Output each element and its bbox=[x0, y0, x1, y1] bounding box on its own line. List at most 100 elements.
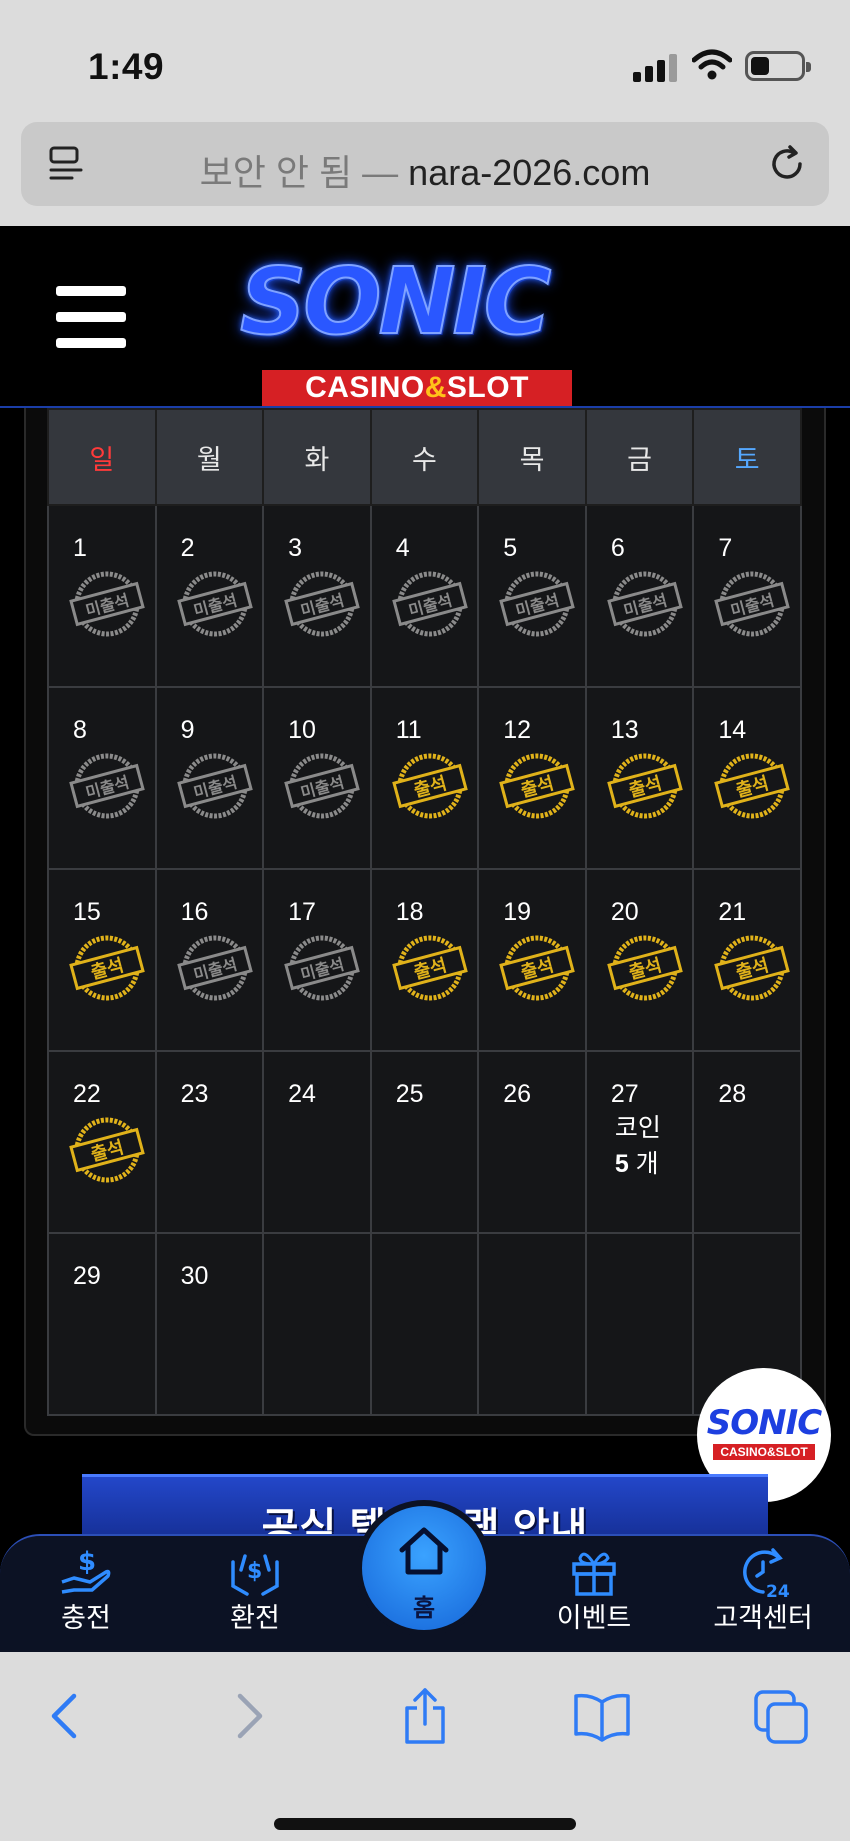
badge-title: SONIC bbox=[706, 1403, 822, 1443]
nav-label: 홈 bbox=[412, 1595, 436, 1622]
day-number: 24 bbox=[288, 1080, 316, 1108]
day-number: 12 bbox=[503, 716, 532, 744]
nav-label: 충전 bbox=[61, 1603, 111, 1633]
day-number: 20 bbox=[610, 898, 639, 926]
day-number: 30 bbox=[180, 1262, 209, 1290]
coin-reward-label: 코인 5 개 bbox=[615, 1110, 661, 1182]
day-number: 2 bbox=[180, 534, 195, 562]
calendar-day-cell: 4 미출석 bbox=[369, 504, 480, 688]
absent-stamp-icon: 미출석 bbox=[176, 935, 253, 1001]
day-number: 18 bbox=[395, 898, 424, 926]
nav-home-button[interactable]: 홈 bbox=[356, 1500, 492, 1636]
reload-icon[interactable] bbox=[765, 142, 809, 186]
domain-text: nara-2026.com bbox=[408, 152, 651, 193]
absent-stamp-icon: 미출석 bbox=[714, 571, 791, 637]
day-number: 3 bbox=[288, 534, 303, 562]
calendar-day-cell: 8 미출석 bbox=[47, 686, 157, 870]
weekday-header: 일 bbox=[47, 408, 157, 506]
calendar-day-cell: 18 출석 bbox=[369, 868, 480, 1052]
calendar-day-cell: 28 bbox=[692, 1050, 802, 1234]
nav-label: 이벤트 bbox=[556, 1603, 632, 1633]
attended-stamp-icon: 출석 bbox=[391, 935, 468, 1001]
security-label: 보안 안 됨 bbox=[199, 152, 353, 193]
day-number: 26 bbox=[503, 1080, 532, 1108]
absent-stamp-icon: 미출석 bbox=[391, 571, 468, 637]
day-number: 10 bbox=[288, 716, 316, 744]
attended-stamp-icon: 출석 bbox=[69, 935, 145, 1001]
absent-stamp-icon: 미출석 bbox=[284, 935, 360, 1001]
share-icon[interactable] bbox=[395, 1688, 455, 1744]
exchange-icon: $ bbox=[231, 1554, 279, 1596]
calendar-week-row: 15 출석 16 미출석 17 미출석 18 출석 19 출석 20 출석 21 출석 bbox=[47, 868, 802, 1052]
absent-stamp-icon: 미출석 bbox=[499, 571, 576, 637]
address-bar[interactable]: 보안 안 됨 — nara-2026.com bbox=[21, 122, 829, 206]
calendar-week-row: 1 미출석 2 미출석 3 미출석 4 미출석 5 미출석 6 미출석 7 미출석 bbox=[47, 504, 802, 688]
nav-exchange[interactable]: $ 환전 bbox=[195, 1536, 315, 1654]
nav-event[interactable]: 이벤트 bbox=[534, 1536, 654, 1654]
calendar-day-cell: 3 미출석 bbox=[262, 504, 372, 688]
tabs-icon[interactable] bbox=[752, 1688, 812, 1744]
weekday-header: 금 bbox=[584, 408, 695, 506]
address-separator: — bbox=[352, 152, 409, 193]
calendar-day-cell bbox=[262, 1232, 372, 1416]
badge-subtitle: CASINO&SLOT bbox=[713, 1444, 815, 1460]
day-number: 14 bbox=[718, 716, 747, 744]
weekday-header: 월 bbox=[154, 408, 265, 506]
battery-icon bbox=[745, 51, 811, 81]
svg-text:$: $ bbox=[78, 1547, 96, 1577]
nav-label: 고객센터 bbox=[713, 1603, 813, 1633]
day-number: 9 bbox=[180, 716, 195, 744]
coin-count-row: 5 개 bbox=[615, 1146, 661, 1182]
calendar-day-cell: 10 미출석 bbox=[262, 686, 372, 870]
site-logo[interactable]: SONIC CASINO&SLOT bbox=[239, 248, 600, 406]
logo-sub-amp: & bbox=[424, 371, 447, 404]
day-number: 16 bbox=[180, 898, 209, 926]
nav-deposit[interactable]: $ 충전 bbox=[26, 1536, 146, 1654]
nav-label: 환전 bbox=[230, 1603, 280, 1633]
calendar-week-row: 29 30 bbox=[47, 1232, 802, 1416]
attended-stamp-icon: 출석 bbox=[69, 1117, 145, 1183]
calendar-day-cell: 24 bbox=[262, 1050, 372, 1234]
bookmarks-icon[interactable] bbox=[572, 1688, 632, 1744]
weekday-header: 화 bbox=[262, 408, 372, 506]
day-number: 15 bbox=[73, 898, 101, 926]
absent-stamp-icon: 미출석 bbox=[284, 753, 360, 819]
calendar-day-cell: 30 bbox=[154, 1232, 265, 1416]
calendar-day-cell bbox=[369, 1232, 480, 1416]
address-text[interactable]: 보안 안 됨 — nara-2026.com bbox=[21, 144, 829, 196]
day-number: 25 bbox=[395, 1080, 424, 1108]
weekday-header: 목 bbox=[477, 408, 587, 506]
calendar-day-cell: 23 bbox=[154, 1050, 265, 1234]
day-number: 7 bbox=[718, 534, 733, 562]
day-number: 28 bbox=[718, 1080, 747, 1108]
forward-icon[interactable] bbox=[218, 1688, 278, 1744]
calendar-day-cell: 21 출석 bbox=[692, 868, 802, 1052]
calendar-day-cell: 26 bbox=[477, 1050, 587, 1234]
absent-stamp-icon: 미출석 bbox=[176, 753, 253, 819]
absent-stamp-icon: 미출석 bbox=[284, 571, 360, 637]
calendar-day-cell: 15 출석 bbox=[47, 868, 157, 1052]
nav-support[interactable]: 24 고객센터 bbox=[703, 1536, 823, 1654]
attended-stamp-icon: 출석 bbox=[499, 935, 576, 1001]
calendar-day-cell bbox=[477, 1232, 587, 1416]
day-number: 11 bbox=[395, 716, 422, 744]
calendar-day-cell: 19 출석 bbox=[477, 868, 587, 1052]
day-number: 27 bbox=[610, 1080, 639, 1108]
calendar-day-cell bbox=[584, 1232, 695, 1416]
calendar-day-cell: 17 미출석 bbox=[262, 868, 372, 1052]
logo-subtitle: CASINO&SLOT bbox=[262, 370, 572, 406]
logo-title: SONIC bbox=[239, 248, 552, 355]
calendar-day-cell: 11 출석 bbox=[369, 686, 480, 870]
calendar-day-cell: 13 출석 bbox=[584, 686, 695, 870]
calendar-day-cell: 2 미출석 bbox=[154, 504, 265, 688]
day-number: 8 bbox=[73, 716, 87, 744]
calendar-day-cell: 20 출석 bbox=[584, 868, 695, 1052]
back-icon[interactable] bbox=[36, 1688, 96, 1744]
attended-stamp-icon: 출석 bbox=[714, 935, 791, 1001]
hamburger-menu-icon[interactable] bbox=[56, 286, 126, 348]
svg-text:$: $ bbox=[247, 1559, 262, 1584]
calendar-day-cell: 9 미출석 bbox=[154, 686, 265, 870]
support-24-icon: 24 bbox=[743, 1548, 790, 1602]
day-number: 6 bbox=[610, 534, 625, 562]
status-bar: 1:49 bbox=[0, 0, 850, 120]
